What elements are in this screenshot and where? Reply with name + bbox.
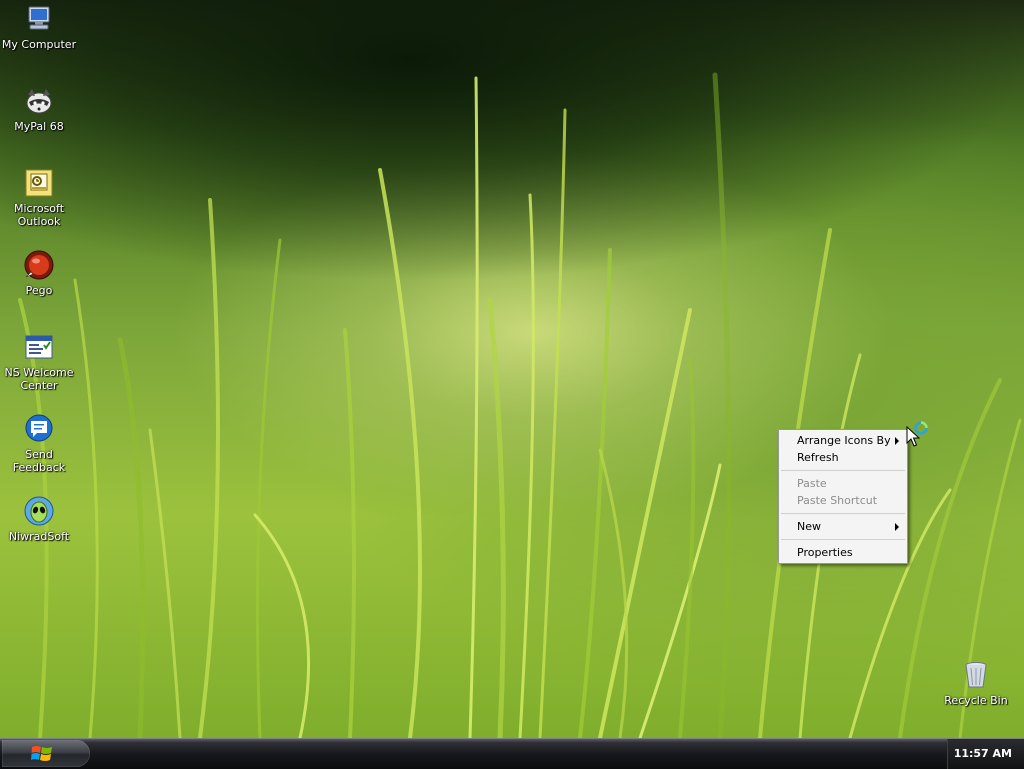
outlook-icon bbox=[25, 169, 53, 197]
desktop-icon-my-computer[interactable]: My Computer bbox=[0, 3, 78, 51]
busy-ring-icon bbox=[914, 421, 928, 435]
menu-item-label: Paste bbox=[797, 477, 827, 490]
desktop-icon-label: My Computer bbox=[1, 38, 77, 51]
menu-item-refresh[interactable]: Refresh bbox=[779, 449, 907, 466]
pego-icon bbox=[24, 250, 54, 280]
desktop-icon-label: Recycle Bin bbox=[944, 694, 1008, 707]
menu-item-properties[interactable]: Properties bbox=[779, 544, 907, 561]
menu-item-new[interactable]: New bbox=[779, 518, 907, 535]
desktop-icon-label: NS Welcome Center bbox=[4, 366, 74, 392]
desktop-icon-label: NiwradSoft bbox=[8, 530, 70, 543]
submenu-arrow-icon bbox=[895, 523, 899, 531]
menu-item-label: Paste Shortcut bbox=[797, 494, 878, 507]
menu-item-label: Properties bbox=[797, 546, 853, 559]
submenu-arrow-icon bbox=[895, 437, 899, 445]
desktop-icon-label: MyPal 68 bbox=[14, 120, 64, 133]
menu-item-label: Arrange Icons By bbox=[797, 434, 891, 447]
grass-wallpaper bbox=[18, 72, 1022, 738]
menu-separator bbox=[781, 513, 905, 514]
computer-icon bbox=[28, 6, 50, 30]
raccoon-icon bbox=[26, 89, 52, 114]
desktop-icon-ns-welcome-center[interactable]: NS Welcome Center bbox=[0, 331, 78, 392]
desktop-icon-recycle-bin[interactable]: Recycle Bin bbox=[937, 659, 1015, 707]
recycle-bin-icon bbox=[965, 662, 987, 688]
desktop[interactable]: My Computer MyPal 68 Microsoft Outlook P… bbox=[0, 0, 1024, 738]
taskbar-clock[interactable]: 11:57 AM bbox=[954, 747, 1012, 760]
menu-item-label: Refresh bbox=[797, 451, 839, 464]
desktop-context-menu: Arrange Icons By Refresh Paste Paste Sho… bbox=[778, 429, 908, 564]
start-button[interactable] bbox=[2, 740, 90, 767]
welcome-center-icon bbox=[25, 335, 53, 359]
menu-item-label: New bbox=[797, 520, 821, 533]
menu-separator bbox=[781, 539, 905, 540]
feedback-icon bbox=[25, 414, 53, 442]
menu-item-paste-shortcut: Paste Shortcut bbox=[779, 492, 907, 509]
menu-item-paste: Paste bbox=[779, 475, 907, 492]
desktop-icon-label: Send Feedback bbox=[12, 448, 66, 474]
menu-item-arrange-icons-by[interactable]: Arrange Icons By bbox=[779, 432, 907, 449]
alien-icon bbox=[24, 496, 54, 526]
windows-logo-icon bbox=[31, 746, 52, 761]
taskbar: 11:57 AM bbox=[0, 738, 1024, 769]
desktop-icon-send-feedback[interactable]: Send Feedback bbox=[0, 413, 78, 474]
desktop-icon-pego[interactable]: Pego bbox=[0, 249, 78, 297]
menu-separator bbox=[781, 470, 905, 471]
notification-area: 11:57 AM bbox=[947, 739, 1024, 769]
desktop-icon-mypal[interactable]: MyPal 68 bbox=[0, 85, 78, 133]
desktop-icon-label: Pego bbox=[25, 284, 53, 297]
desktop-icon-outlook[interactable]: Microsoft Outlook bbox=[0, 167, 78, 228]
desktop-icon-label: Microsoft Outlook bbox=[13, 202, 65, 228]
desktop-icon-niwradsoft[interactable]: NiwradSoft bbox=[0, 495, 78, 543]
